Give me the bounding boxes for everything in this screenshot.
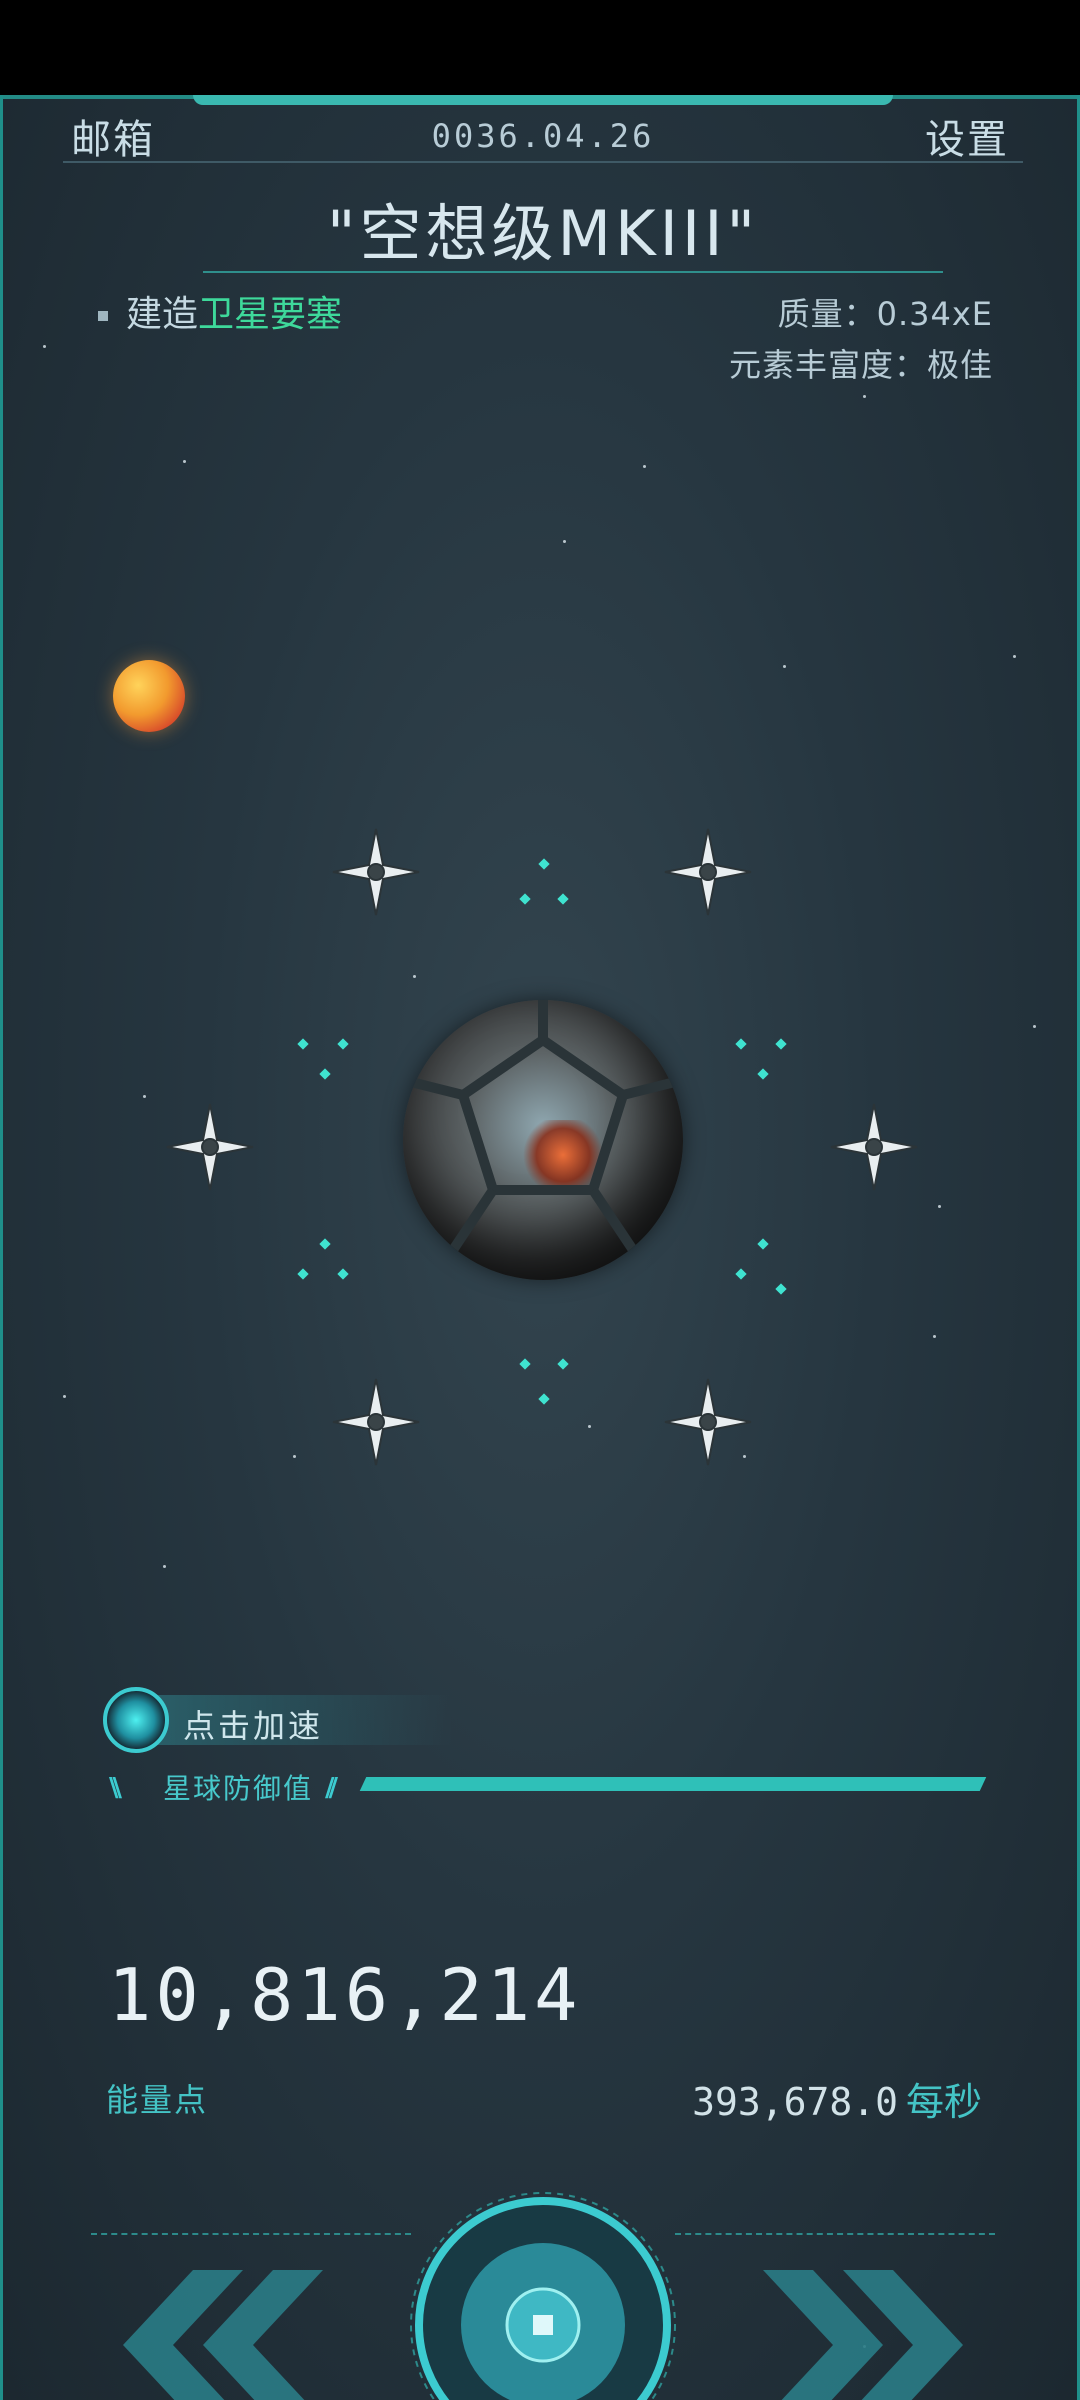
satellite-ship-icon[interactable] bbox=[331, 827, 421, 917]
divider-left bbox=[91, 2233, 411, 2235]
game-date: 0036.04.26 bbox=[431, 117, 655, 155]
defense-label: 星球防御值 bbox=[163, 1772, 314, 1805]
satellite-ship-icon[interactable] bbox=[663, 827, 753, 917]
planet-title: "空想级MKIII" bbox=[326, 197, 760, 270]
game-screen: 邮箱 0036.04.26 设置 "空想级MKIII" 建造卫星要塞 质量：0.… bbox=[0, 95, 1080, 2400]
core-button-icon[interactable] bbox=[408, 2190, 678, 2400]
energy-rate-value: 393,678.0 bbox=[692, 2080, 898, 2124]
status-bar bbox=[0, 0, 1080, 95]
build-task[interactable]: 建造卫星要塞 bbox=[98, 285, 342, 337]
defense-row: \\ 星球防御值 // bbox=[103, 1765, 987, 1805]
build-target: 卫星要塞 bbox=[198, 294, 343, 335]
planet-shell-icon bbox=[403, 1000, 683, 1253]
satellite-ship-icon[interactable] bbox=[663, 1377, 753, 1467]
slash-icon: \\ bbox=[109, 1773, 122, 1803]
satellite-ship-icon[interactable] bbox=[165, 1102, 255, 1192]
satellite-ship-icon[interactable] bbox=[829, 1102, 919, 1192]
energy-points-label: 能量点 bbox=[106, 2081, 209, 2119]
slash-icon: // bbox=[325, 1773, 338, 1803]
settings-button[interactable]: 设置 bbox=[925, 107, 1009, 165]
mass-stat: 质量：0.34xE bbox=[777, 295, 993, 333]
chevron-double-left-icon[interactable] bbox=[103, 2260, 323, 2400]
bullet-icon bbox=[98, 311, 108, 321]
energy-rate: 393,678.0 每秒 bbox=[692, 2071, 982, 2126]
satellite-ship-icon[interactable] bbox=[331, 1377, 421, 1467]
title-divider bbox=[203, 271, 943, 273]
chevron-double-right-icon[interactable] bbox=[763, 2260, 983, 2400]
build-prefix: 建造 bbox=[126, 294, 199, 335]
boost-label: 点击加速 bbox=[183, 1707, 324, 1745]
divider-right bbox=[675, 2233, 995, 2235]
energy-rate-unit: 每秒 bbox=[905, 2080, 982, 2124]
defense-bar-fill bbox=[359, 1777, 987, 1791]
boost-button[interactable]: 点击加速 bbox=[103, 1687, 453, 1753]
main-planet[interactable] bbox=[403, 1000, 683, 1280]
boost-icon bbox=[103, 1687, 169, 1753]
header-divider bbox=[63, 161, 1023, 163]
energy-points: 10,816,214 bbox=[108, 1953, 582, 2037]
frame-top-accent bbox=[193, 95, 893, 105]
abundance-stat: 元素丰富度：极佳 bbox=[728, 346, 993, 384]
distant-planet bbox=[113, 660, 185, 732]
